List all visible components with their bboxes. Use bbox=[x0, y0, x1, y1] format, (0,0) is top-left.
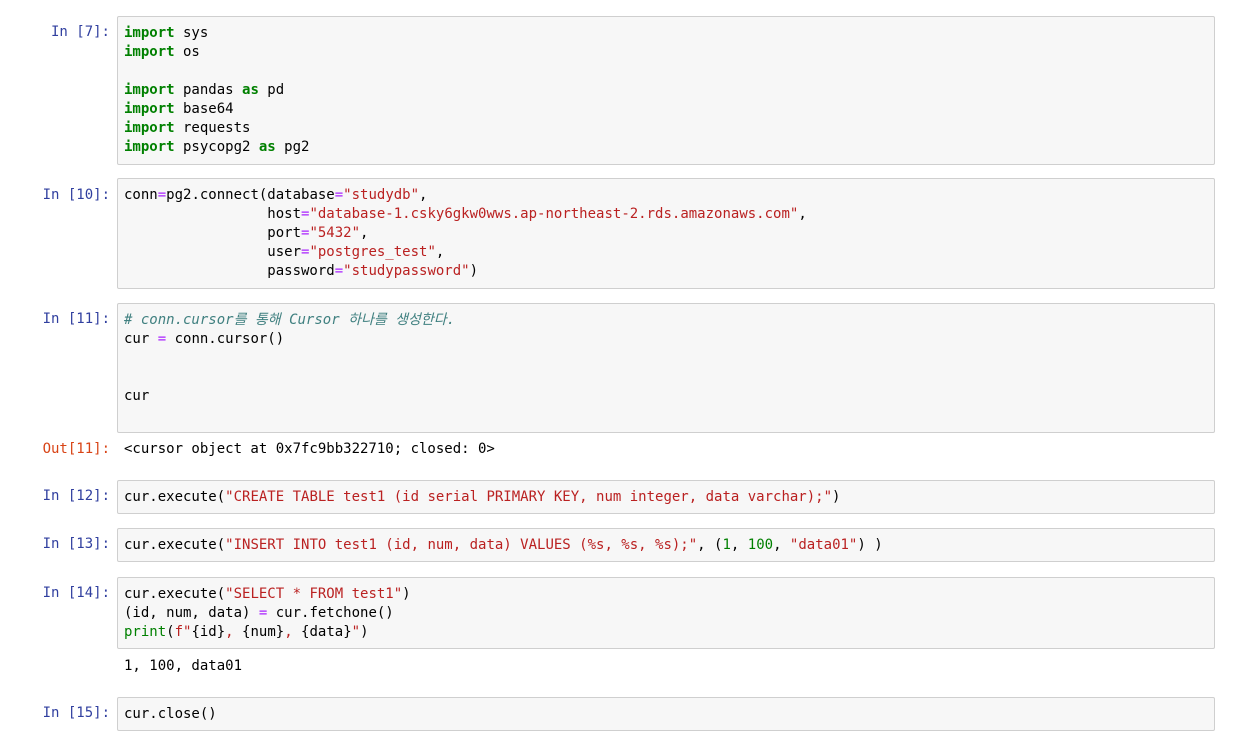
code-token: , bbox=[419, 187, 428, 203]
code-text[interactable]: cur.close() bbox=[118, 698, 1214, 731]
code-token: {num} bbox=[242, 624, 285, 640]
code-token: import bbox=[124, 82, 175, 98]
input-prompt: In [11]: bbox=[42, 311, 110, 327]
input-prompt: In [7]: bbox=[50, 24, 110, 40]
code-editor[interactable]: # conn.cursor를 통해 Cursor 하나를 생성한다. cur =… bbox=[117, 303, 1215, 433]
code-token: ) bbox=[360, 624, 369, 640]
code-text[interactable]: conn=pg2.connect(database="studydb", hos… bbox=[118, 179, 1214, 288]
code-token: cur.execute( bbox=[124, 586, 226, 602]
code-token: "INSERT INTO test1 (id, num, data) VALUE… bbox=[225, 537, 698, 553]
code-token: , bbox=[435, 244, 445, 260]
code-token: , bbox=[284, 624, 302, 640]
code-token: 1 bbox=[722, 537, 731, 553]
code-token: print bbox=[124, 624, 167, 640]
code-token: "CREATE TABLE test1 (id serial PRIMARY K… bbox=[225, 489, 833, 505]
code-text[interactable]: cur.execute("CREATE TABLE test1 (id seri… bbox=[118, 481, 1214, 514]
input-prompt: In [13]: bbox=[42, 536, 110, 552]
code-text[interactable]: # conn.cursor를 통해 Cursor 하나를 생성한다. cur =… bbox=[118, 304, 1214, 413]
code-token: import bbox=[124, 44, 175, 60]
code-token: = bbox=[157, 331, 167, 347]
code-token: "postgres_test" bbox=[309, 244, 436, 260]
code-token: {data} bbox=[301, 624, 352, 640]
code-token: "studydb" bbox=[343, 187, 420, 203]
code-token: pg2 bbox=[275, 139, 310, 155]
code-token: sys bbox=[174, 25, 209, 41]
code-token: = bbox=[334, 187, 344, 203]
code-token: = bbox=[334, 263, 344, 279]
code-token: pg2.connect(database bbox=[166, 187, 335, 203]
code-token: "5432" bbox=[309, 225, 361, 241]
code-token: cur.fetchone() bbox=[267, 605, 394, 621]
code-token: os bbox=[174, 44, 200, 60]
code-token: ( bbox=[166, 624, 175, 640]
code-editor[interactable]: cur.execute("SELECT * FROM test1") (id, … bbox=[117, 577, 1215, 649]
code-token: cur bbox=[124, 388, 150, 404]
code-editor[interactable]: cur.execute("CREATE TABLE test1 (id seri… bbox=[117, 480, 1215, 514]
code-token: ) bbox=[832, 489, 841, 505]
code-token: , bbox=[798, 206, 807, 222]
code-token: user bbox=[124, 244, 302, 260]
code-token: , bbox=[773, 537, 790, 553]
code-token: cur.close() bbox=[124, 706, 217, 722]
code-token: import bbox=[124, 101, 175, 117]
code-token: # conn.cursor를 통해 Cursor 하나를 생성한다. bbox=[124, 312, 456, 328]
code-editor[interactable]: conn=pg2.connect(database="studydb", hos… bbox=[117, 178, 1215, 289]
code-token: cur.execute( bbox=[124, 537, 226, 553]
code-token: cur.execute( bbox=[124, 489, 226, 505]
code-token: psycopg2 bbox=[174, 139, 259, 155]
code-token: pandas bbox=[174, 82, 243, 98]
code-token: import bbox=[124, 139, 175, 155]
code-token: requests bbox=[174, 120, 251, 136]
input-prompt: In [14]: bbox=[42, 585, 110, 601]
code-token: , bbox=[225, 624, 243, 640]
code-token: pd bbox=[258, 82, 285, 98]
code-editor[interactable]: import sys import os import pandas as pd… bbox=[117, 16, 1215, 165]
code-token: ) bbox=[402, 586, 411, 602]
code-token: as bbox=[258, 139, 276, 155]
code-token: 100 bbox=[747, 537, 774, 553]
code-token: , bbox=[730, 537, 748, 553]
code-token: "database-1.csky6gkw0wws.ap-northeast-2.… bbox=[309, 206, 799, 222]
code-token: "studypassword" bbox=[343, 263, 470, 279]
code-editor[interactable]: cur.close() bbox=[117, 697, 1215, 731]
code-token: = bbox=[157, 187, 167, 203]
code-token: conn.cursor() bbox=[166, 331, 285, 347]
code-token: cur bbox=[124, 331, 158, 347]
code-token: , ( bbox=[697, 537, 723, 553]
code-token: base64 bbox=[174, 101, 234, 117]
code-editor[interactable]: cur.execute("INSERT INTO test1 (id, num,… bbox=[117, 528, 1215, 562]
code-token: conn bbox=[124, 187, 158, 203]
code-token: {id} bbox=[191, 624, 226, 640]
code-text[interactable]: import sys import os import pandas as pd… bbox=[118, 17, 1214, 164]
code-token: ) ) bbox=[857, 537, 883, 553]
code-token: , bbox=[360, 225, 369, 241]
code-token: password bbox=[124, 263, 335, 279]
code-token: host bbox=[124, 206, 302, 222]
input-prompt: In [12]: bbox=[42, 488, 110, 504]
code-token: " bbox=[351, 624, 361, 640]
code-text[interactable]: cur.execute("SELECT * FROM test1") (id, … bbox=[118, 578, 1214, 649]
code-token: ) bbox=[469, 263, 479, 279]
code-token: port bbox=[124, 225, 302, 241]
code-token: f" bbox=[174, 624, 192, 640]
code-token: as bbox=[242, 82, 259, 98]
code-token: import bbox=[124, 120, 175, 136]
cell-output: <cursor object at 0x7fc9bb322710; closed… bbox=[124, 441, 495, 457]
code-token: "data01" bbox=[789, 537, 858, 553]
input-prompt: In [10]: bbox=[42, 187, 110, 203]
output-prompt: Out[11]: bbox=[42, 441, 110, 457]
cell-output: 1, 100, data01 bbox=[124, 658, 243, 674]
code-token: "SELECT * FROM test1" bbox=[225, 586, 403, 602]
input-prompt: In [15]: bbox=[42, 705, 110, 721]
code-token: import bbox=[124, 25, 175, 41]
code-token: (id, num, data) bbox=[124, 605, 259, 621]
code-text[interactable]: cur.execute("INSERT INTO test1 (id, num,… bbox=[118, 529, 1214, 562]
